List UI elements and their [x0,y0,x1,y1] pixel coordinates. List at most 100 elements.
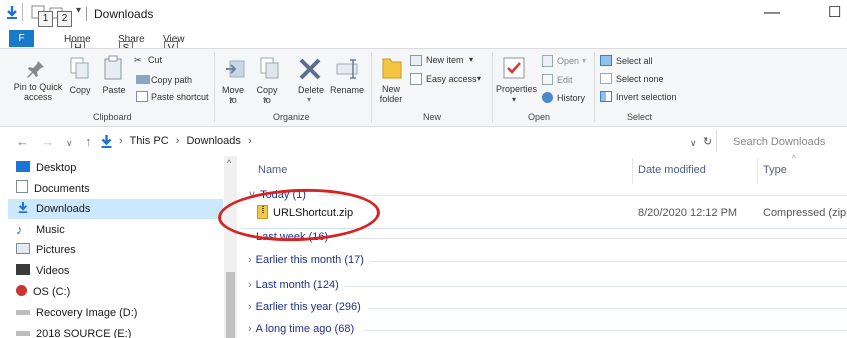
minimize-button[interactable]: — [764,4,780,22]
sidebar-item-desktop[interactable]: Desktop [16,158,221,178]
edit-button[interactable]: Edit [557,75,573,85]
sidebar-item-label: Downloads [36,203,91,215]
paste-shortcut-icon [136,91,148,102]
group-separator [371,52,372,122]
paste-icon [104,55,122,80]
group-label-clipboard: Clipboard [93,112,132,122]
group-divider [344,238,847,239]
scroll-up-icon[interactable]: ^ [227,158,231,168]
breadcrumb-downloads[interactable]: Downloads [186,135,240,147]
chevron-right-icon: › [248,301,252,313]
drive-icon [16,331,30,336]
breadcrumb-separator: › [175,135,180,147]
select-all-button[interactable]: Select all [616,56,653,66]
scrollbar-thumb[interactable] [226,272,235,338]
new-item-button[interactable]: New item [426,55,464,65]
column-header-date-modified[interactable]: Date modified [638,164,706,176]
tab-file[interactable]: F [9,30,34,47]
easy-access-dropdown-icon: ▾ [477,74,482,83]
new-folder-icon [382,58,402,79]
sidebar-item-documents[interactable]: Documents [16,179,221,199]
sidebar-item-os-c[interactable]: OS (C:) [16,282,221,302]
group-header-last-month[interactable]: › Last month (124) [248,279,339,291]
customize-qa-dropdown-icon[interactable]: ▾ [76,5,81,16]
forward-icon[interactable]: → [41,134,54,149]
properties-button[interactable]: Properties [496,84,537,94]
copy-button[interactable]: Copy [64,85,96,95]
sidebar-item-label: Recovery Image (D:) [36,307,138,319]
group-separator [214,52,215,122]
group-divider [364,330,847,331]
cut-button[interactable]: Cut [148,55,162,65]
invert-selection-icon [600,91,612,102]
back-icon[interactable]: ← [16,134,29,149]
group-header-earlier-this-year[interactable]: › Earlier this year (296) [248,301,361,313]
copy-to-icon [260,57,279,79]
download-arrow-icon[interactable] [6,5,18,19]
pin-icon [27,61,44,78]
column-divider[interactable] [632,158,633,184]
delete-button[interactable]: Delete [293,85,329,95]
new-item-dropdown-icon: ▾ [469,55,474,64]
pin-to-quick-access-button[interactable]: Pin to Quick access [6,82,70,102]
sidebar-item-music[interactable]: ♪ Music [16,220,221,240]
sidebar-item-label: Pictures [36,244,76,256]
copy-to-dropdown-icon: ▾ [263,95,268,104]
group-label-open: Open [528,112,551,122]
copy-path-button[interactable]: Copy path [151,75,192,85]
up-icon[interactable]: ↑ [85,134,92,149]
sidebar-item-source-e[interactable]: 2018 SOURCE (E:) [16,324,221,338]
address-dropdown-icon[interactable]: ∨ [690,138,697,149]
sort-arrow-icon: ^ [792,154,796,163]
group-label: Last month (124) [255,279,339,291]
group-divider [344,286,847,287]
group-header-earlier-this-month[interactable]: › Earlier this month (17) [248,254,364,266]
move-to-dropdown-icon: ▾ [230,95,235,104]
easy-access-icon [410,73,422,85]
new-item-icon [410,55,422,66]
sidebar-item-label: Desktop [36,162,77,174]
select-none-button[interactable]: Select none [616,74,664,84]
group-divider [368,308,847,309]
group-header-a-long-time-ago[interactable]: › A long time ago (68) [248,323,354,335]
properties-icon [503,57,525,79]
sidebar-item-recovery-d[interactable]: Recovery Image (D:) [16,303,221,323]
drive-icon [16,285,27,296]
paste-shortcut-button[interactable]: Paste shortcut [151,92,209,102]
column-header-name[interactable]: Name [258,164,287,176]
sidebar-item-label: Documents [34,183,90,195]
search-placeholder: Search Downloads [733,136,826,148]
easy-access-button[interactable]: Easy access [426,74,477,84]
column-header-type[interactable]: Type [763,164,787,176]
breadcrumb-this-pc[interactable]: This PC [130,135,169,147]
sidebar-item-downloads[interactable]: Downloads [8,199,223,219]
sidebar-item-label: Videos [36,265,70,277]
title-divider [22,3,23,21]
open-icon [542,55,553,67]
recent-locations-icon[interactable]: ∨ [66,138,73,149]
column-divider[interactable] [757,158,758,184]
properties-dropdown-icon: ▾ [512,95,517,104]
sidebar-item-pictures[interactable]: Pictures [16,240,221,260]
history-button[interactable]: History [557,93,585,103]
group-separator [492,52,493,122]
sidebar-item-label: OS (C:) [33,286,71,298]
group-label: A long time ago (68) [255,323,355,335]
group-divider [370,261,847,262]
invert-selection-button[interactable]: Invert selection [616,92,677,102]
file-date-modified: 8/20/2020 12:12 PM [638,207,738,219]
history-icon [542,92,553,103]
paste-button[interactable]: Paste [98,85,130,95]
desktop-icon [16,161,30,172]
copy-icon [70,57,89,79]
maximize-button[interactable]: ☐ [828,3,841,21]
select-all-icon [600,55,612,66]
new-folder-button[interactable]: New folder [376,84,406,104]
open-button[interactable]: Open [557,56,579,66]
breadcrumb-separator: › [119,135,123,147]
documents-icon [16,180,28,193]
refresh-icon[interactable]: ↻ [703,135,712,148]
rename-button[interactable]: Rename [329,85,365,95]
chevron-right-icon: › [248,279,252,291]
sidebar-item-videos[interactable]: Videos [16,261,221,281]
